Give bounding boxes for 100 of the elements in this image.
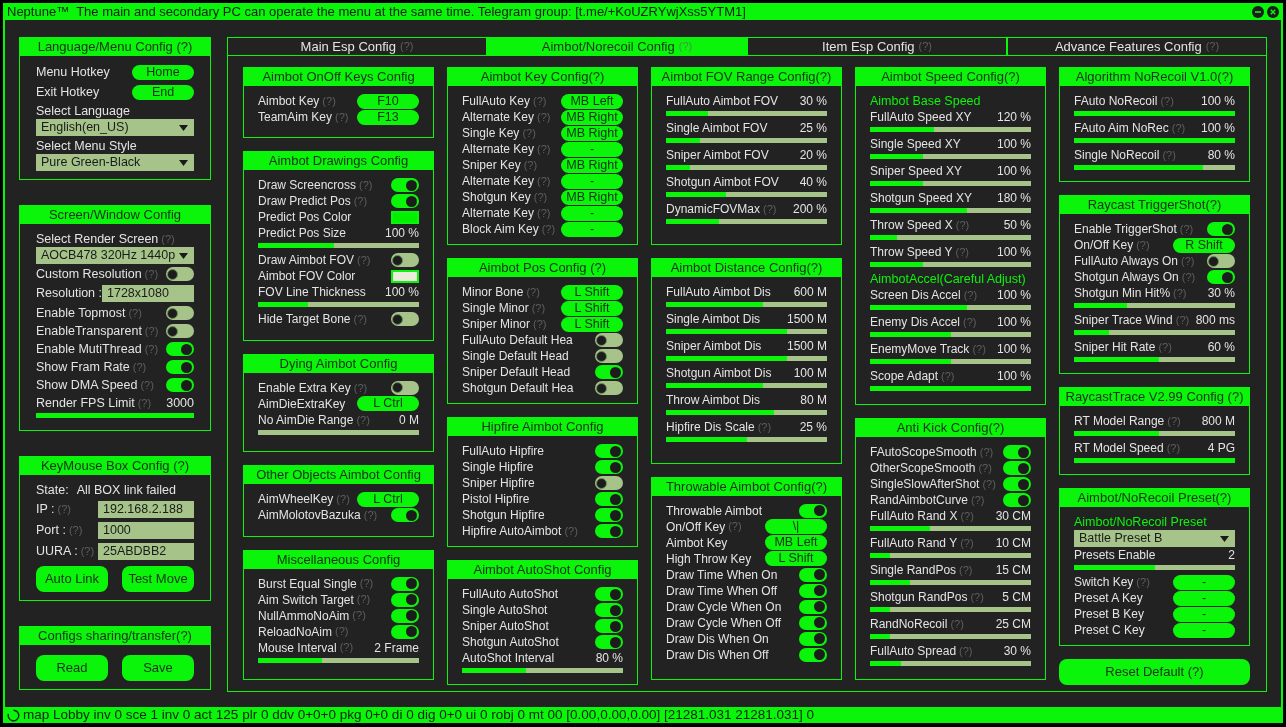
slider-track[interactable] <box>870 553 1031 558</box>
slider-track[interactable] <box>870 386 1031 391</box>
key-button[interactable]: - <box>1173 606 1235 622</box>
key-button[interactable]: - <box>1173 590 1235 606</box>
toggle-switch[interactable] <box>595 587 623 601</box>
toggle-switch[interactable] <box>1003 477 1031 491</box>
reset-button[interactable]: Reset Default (?) <box>1059 659 1250 685</box>
toggle-switch[interactable] <box>166 324 194 338</box>
key-button[interactable]: L Ctrl <box>357 396 419 412</box>
tab[interactable]: Aimbot/Norecoil Config (?) <box>487 37 747 56</box>
toggle-switch[interactable] <box>391 312 419 327</box>
toggle-switch[interactable] <box>595 635 623 649</box>
key-button[interactable]: \| <box>765 519 827 535</box>
toggle-switch[interactable] <box>391 624 419 639</box>
toggle-switch[interactable] <box>391 253 419 268</box>
slider-track[interactable] <box>1074 303 1235 308</box>
key-button[interactable]: - <box>561 173 623 189</box>
dropdown[interactable]: AOCB478 320Hz 1440p <box>36 247 194 264</box>
toggle-switch[interactable] <box>595 524 623 538</box>
slider-track[interactable] <box>258 657 419 663</box>
toggle-switch[interactable] <box>166 378 194 392</box>
slider-track[interactable] <box>870 634 1031 639</box>
toggle-switch[interactable] <box>166 267 194 281</box>
key-button[interactable]: MB Left <box>561 93 623 109</box>
slider-track[interactable] <box>1074 330 1235 335</box>
key-button[interactable]: L Shift <box>561 316 623 332</box>
input-field[interactable]: 1728x1080 <box>102 285 194 302</box>
toggle-switch[interactable] <box>1207 254 1235 268</box>
slider-track[interactable] <box>666 410 827 416</box>
toggle-switch[interactable] <box>595 381 623 395</box>
key-button[interactable]: F13 <box>357 109 419 125</box>
toggle-switch[interactable] <box>1003 493 1031 507</box>
toggle-switch[interactable] <box>595 492 623 506</box>
slider-track[interactable] <box>870 305 1031 310</box>
toggle-switch[interactable] <box>1003 445 1031 459</box>
dropdown[interactable]: Pure Green-Black <box>36 154 194 171</box>
toggle-switch[interactable] <box>166 342 194 356</box>
dropdown[interactable]: English(en_US) <box>36 119 194 136</box>
slider-track[interactable] <box>1074 458 1235 463</box>
swatch-icon[interactable] <box>391 210 419 224</box>
slider-track[interactable] <box>666 165 827 170</box>
slider-track[interactable] <box>666 138 827 143</box>
toggle-switch[interactable] <box>1003 461 1031 475</box>
key-button[interactable]: - <box>1173 622 1235 638</box>
input-field[interactable]: 192.168.2.188 <box>98 501 194 518</box>
slider-track[interactable] <box>36 413 194 418</box>
input-field[interactable]: 1000 <box>98 522 194 539</box>
slider-track[interactable] <box>666 356 827 362</box>
toggle-switch[interactable] <box>799 567 827 582</box>
toggle-switch[interactable] <box>799 615 827 630</box>
key-button[interactable]: R Shift <box>1173 237 1235 253</box>
toggle-switch[interactable] <box>799 647 827 662</box>
slider-track[interactable] <box>666 437 827 443</box>
action-button[interactable]: Auto Link <box>36 566 108 592</box>
toggle-switch[interactable] <box>595 333 623 347</box>
toggle-switch[interactable] <box>799 583 827 598</box>
key-button[interactable]: - <box>561 221 623 237</box>
toggle-switch[interactable] <box>595 365 623 379</box>
key-button[interactable]: L Shift <box>561 284 623 300</box>
slider-track[interactable] <box>462 668 623 673</box>
toggle-switch[interactable] <box>391 508 419 523</box>
action-button[interactable]: Read <box>36 655 108 681</box>
toggle-switch[interactable] <box>799 599 827 614</box>
toggle-switch[interactable] <box>595 460 623 474</box>
toggle-switch[interactable] <box>391 576 419 591</box>
slider-track[interactable] <box>870 208 1031 213</box>
toggle-switch[interactable] <box>1207 270 1235 284</box>
key-button[interactable]: - <box>1173 574 1235 590</box>
toggle-switch[interactable] <box>595 349 623 363</box>
toggle-switch[interactable] <box>1207 222 1235 236</box>
toggle-switch[interactable] <box>391 608 419 623</box>
tab[interactable]: Item Esp Config (?) <box>747 37 1007 56</box>
slider-track[interactable] <box>870 235 1031 240</box>
slider-track[interactable] <box>870 526 1031 531</box>
slider-track[interactable] <box>1074 565 1235 570</box>
slider-track[interactable] <box>1074 431 1235 436</box>
key-button[interactable]: End <box>132 84 194 100</box>
toggle-switch[interactable] <box>391 194 419 209</box>
toggle-switch[interactable] <box>595 444 623 458</box>
slider-track[interactable] <box>258 302 419 308</box>
key-button[interactable]: L Shift <box>561 300 623 316</box>
slider-track[interactable] <box>870 661 1031 666</box>
input-field[interactable]: 25ABDBB2 <box>98 543 194 560</box>
slider-track[interactable] <box>870 127 1031 132</box>
slider-track[interactable] <box>1074 165 1235 170</box>
key-button[interactable]: - <box>561 205 623 221</box>
toggle-switch[interactable] <box>595 619 623 633</box>
toggle-switch[interactable] <box>799 631 827 646</box>
swatch-icon[interactable] <box>391 269 419 283</box>
tab[interactable]: Main Esp Config (?) <box>227 37 487 56</box>
slider-track[interactable] <box>666 192 827 197</box>
minimize-icon[interactable] <box>1252 5 1264 18</box>
slider-track[interactable] <box>666 383 827 389</box>
key-button[interactable]: MB Right <box>561 109 623 125</box>
toggle-switch[interactable] <box>595 508 623 522</box>
key-button[interactable]: - <box>561 141 623 157</box>
key-button[interactable]: MB Right <box>561 157 623 173</box>
key-button[interactable]: MB Right <box>561 125 623 141</box>
toggle-switch[interactable] <box>391 178 419 193</box>
slider-track[interactable] <box>1074 357 1235 362</box>
